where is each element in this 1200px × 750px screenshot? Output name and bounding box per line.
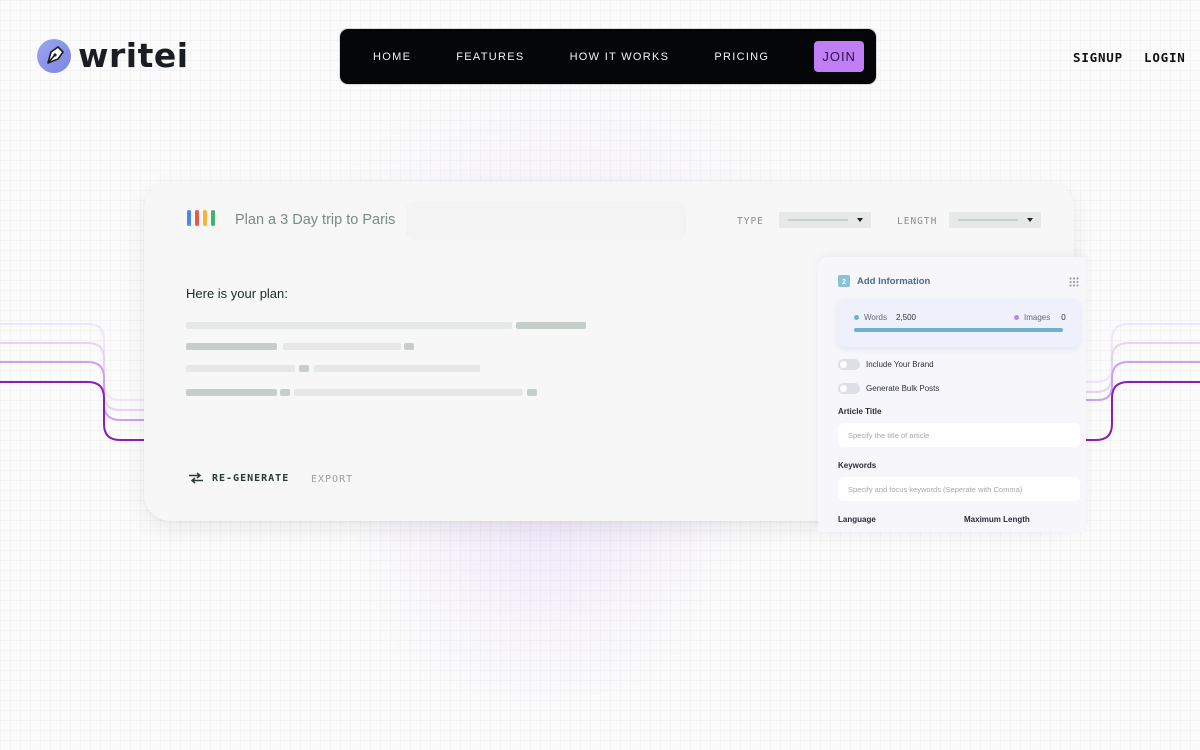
images-stat: Images 0 (1014, 313, 1066, 322)
type-label: TYPE (737, 216, 764, 227)
include-brand-toggle[interactable]: Include Your Brand (838, 359, 934, 370)
keywords-label: Keywords (838, 461, 877, 470)
regenerate-label: RE-GENERATE (212, 472, 290, 484)
include-brand-label: Include Your Brand (866, 360, 934, 369)
prompt-field-bg (406, 202, 686, 240)
toggle-switch[interactable] (838, 359, 860, 370)
panel-title: Add Information (857, 275, 931, 287)
nav-home[interactable]: HOME (373, 51, 411, 63)
words-label: Words (864, 313, 887, 322)
toggle-switch[interactable] (838, 383, 860, 394)
images-value: 0 (1061, 313, 1066, 322)
words-progress-bar (854, 328, 1063, 332)
nav-pricing[interactable]: PRICING (714, 51, 769, 63)
words-stat: Words 2,500 (854, 313, 916, 322)
login-link[interactable]: LOGIN (1144, 50, 1186, 65)
top-nav: HOME FEATURES HOW IT WORKS PRICING JOIN (340, 29, 876, 84)
pen-nib-icon (37, 39, 71, 73)
voice-bars-icon (187, 210, 217, 226)
result-heading: Here is your plan: (186, 286, 288, 301)
article-title-input[interactable] (838, 423, 1080, 447)
swap-arrows-icon (189, 472, 203, 484)
brand-logo[interactable]: writei (36, 38, 189, 74)
panel-header: 2 Add Information (838, 275, 930, 287)
max-length-label: Maximum Length (964, 515, 1030, 524)
length-select[interactable] (949, 212, 1041, 228)
type-select[interactable] (779, 212, 871, 228)
usage-stats: Words 2,500 Images 0 (837, 299, 1080, 347)
bulk-posts-toggle[interactable]: Generate Bulk Posts (838, 383, 939, 394)
language-label: Language (838, 515, 876, 524)
nav-how-it-works[interactable]: HOW IT WORKS (570, 51, 670, 63)
regenerate-button[interactable]: RE-GENERATE (188, 472, 289, 484)
length-label: LENGTH (897, 216, 938, 227)
brand-name: writei (78, 36, 189, 75)
nav-features[interactable]: FEATURES (456, 51, 524, 63)
bulk-posts-label: Generate Bulk Posts (866, 384, 940, 393)
caret-down-icon (857, 218, 863, 222)
words-value: 2,500 (895, 313, 916, 322)
join-button[interactable]: JOIN (814, 41, 864, 72)
keywords-input[interactable] (838, 477, 1080, 501)
add-information-panel: 2 Add Information Words 2,500 Images 0 I… (818, 257, 1086, 532)
images-label: Images (1024, 313, 1051, 322)
article-title-label: Article Title (838, 407, 882, 416)
prompt-text[interactable]: Plan a 3 Day trip to Paris (235, 212, 395, 228)
export-button[interactable]: EXPORT (311, 474, 353, 485)
signup-link[interactable]: SIGNUP (1073, 50, 1123, 65)
step-badge: 2 (838, 275, 850, 287)
grid-dots-icon[interactable] (1069, 277, 1079, 287)
caret-down-icon (1027, 218, 1033, 222)
